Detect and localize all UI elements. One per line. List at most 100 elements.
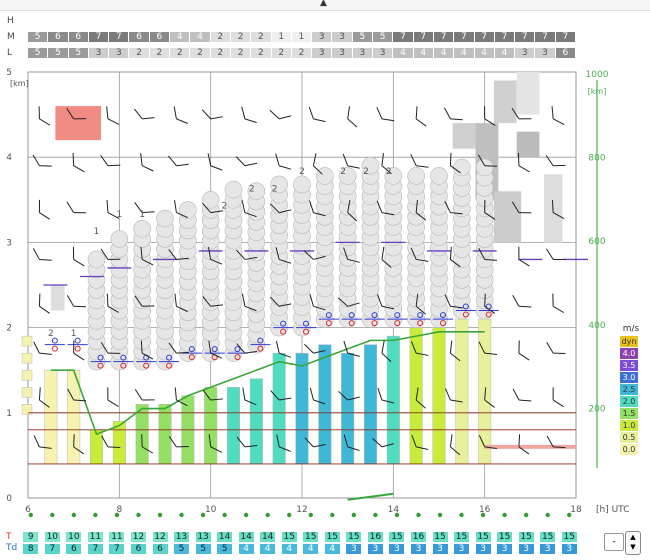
dyn-box	[21, 369, 33, 381]
dewpoint-cell: 3	[475, 544, 491, 554]
temperature-cell: 15	[540, 532, 556, 542]
cloud-digit-label: 2	[221, 201, 227, 211]
dewpoint-cell: 4	[281, 544, 297, 554]
stepper-down-icon[interactable]: ▼	[626, 542, 640, 552]
cumulus-cell	[156, 209, 174, 228]
meteogram-view: ▲ H M L 566776644222113355777777777 5553…	[0, 0, 650, 560]
weather-dot	[93, 512, 98, 518]
climb-rate-bar	[249, 378, 263, 465]
temperature-cell: 15	[497, 532, 513, 542]
red-warning-block	[55, 106, 102, 141]
temperature-cell: 15	[454, 532, 470, 542]
climb-rate-bar	[432, 327, 446, 465]
weather-dot	[394, 512, 400, 518]
day-stepper[interactable]: ▲ ▼	[625, 531, 641, 555]
weather-dot	[71, 512, 77, 518]
weather-dot	[179, 512, 184, 518]
dyn-box	[21, 352, 33, 364]
cloud-digit-label: 1	[94, 227, 100, 237]
cumulus-cell	[179, 201, 197, 219]
dewpoint-cell: 7	[109, 544, 125, 554]
wind-barb	[546, 342, 566, 355]
x-axis-tick: 16	[479, 505, 491, 515]
level-marker-red	[74, 345, 81, 352]
wind-barb	[32, 154, 52, 167]
weather-dot	[287, 512, 292, 518]
dyn-box	[21, 335, 33, 347]
climb-rate-bar	[455, 318, 469, 465]
wind-barb	[235, 156, 258, 167]
temperature-cell: 12	[130, 532, 146, 542]
wind-barb	[551, 106, 565, 125]
cumulus-cell	[87, 250, 106, 269]
legend-item: 3.0	[620, 372, 638, 383]
left-axis-unit: [km]	[10, 79, 29, 88]
temperature-cell: 14	[217, 532, 233, 542]
temperature-cell: 15	[475, 532, 491, 542]
legend-item: 2.5	[620, 384, 638, 395]
dewpoint-cell: 3	[367, 544, 383, 554]
temperature-cell: 15	[561, 532, 577, 542]
wind-barb	[72, 153, 85, 173]
wind-barb	[66, 201, 87, 214]
temperature-cell: 15	[324, 532, 340, 542]
x-axis-tick: 18	[570, 505, 582, 515]
wind-barb	[33, 341, 52, 355]
weather-dot	[243, 512, 249, 518]
stepper-up-icon[interactable]: ▲	[626, 532, 640, 542]
wind-barb	[545, 154, 566, 167]
dewpoint-cell: 4	[260, 544, 276, 554]
dewpoint-cell: 6	[152, 544, 168, 554]
weather-dot	[222, 512, 227, 518]
climb-rate-bar	[295, 352, 309, 465]
cloud-cover-block	[493, 80, 517, 124]
weather-dot	[437, 512, 443, 518]
temperature-row-label: T	[6, 532, 12, 542]
wind-barb	[275, 153, 292, 170]
temperature-cell: 15	[389, 532, 405, 542]
right-axis-tick: 200	[588, 404, 605, 414]
right-axis-unit: [km]	[588, 87, 607, 96]
dewpoint-cell: 3	[389, 544, 405, 554]
wind-barb	[72, 246, 85, 267]
wind-barb	[66, 295, 87, 308]
cloud-digit-label: 2	[249, 184, 255, 194]
weather-dot	[157, 512, 163, 518]
legend-item: 0.5	[620, 432, 638, 443]
wind-barb	[269, 109, 292, 120]
legend-item: 1.5	[620, 408, 638, 419]
temperature-cell: 11	[87, 532, 103, 542]
wind-barb	[347, 106, 358, 128]
climb-rate-bar	[204, 386, 218, 465]
left-axis-tick: 5	[6, 68, 12, 78]
temperature-cell: 9	[23, 532, 39, 542]
dewpoint-cell: 5	[195, 544, 211, 554]
cloud-cover-block	[50, 285, 65, 311]
wind-barb	[134, 389, 155, 401]
wind-barb	[308, 106, 326, 123]
weather-dot	[265, 512, 270, 518]
cumulus-cell	[407, 167, 425, 185]
legend-item: 3.5	[620, 360, 638, 371]
legend-item: 1.0	[620, 420, 638, 431]
wind-barb	[415, 106, 427, 127]
cumulus-cell	[430, 167, 448, 185]
wind-barb	[201, 109, 223, 120]
weather-dot	[114, 512, 120, 518]
temperature-cell: 15	[432, 532, 448, 542]
cumulus-cell	[293, 175, 311, 194]
climb-rate-bar	[44, 369, 58, 465]
cloud-cover-block	[452, 123, 476, 149]
legend-item: dyn	[620, 336, 638, 347]
cloud-digit-label: 2	[272, 184, 278, 194]
dewpoint-cell: 6	[66, 544, 82, 554]
wind-barb	[167, 155, 189, 167]
left-axis-tick: 2	[6, 324, 12, 334]
weather-dot	[373, 512, 378, 518]
dewpoint-cell: 5	[174, 544, 190, 554]
cloud-base-segment	[347, 492, 394, 501]
wind-barb	[545, 248, 566, 260]
dewpoint-cell: 5	[217, 544, 233, 554]
model-select[interactable]: -	[604, 533, 624, 551]
cumulus-cell	[453, 158, 471, 177]
